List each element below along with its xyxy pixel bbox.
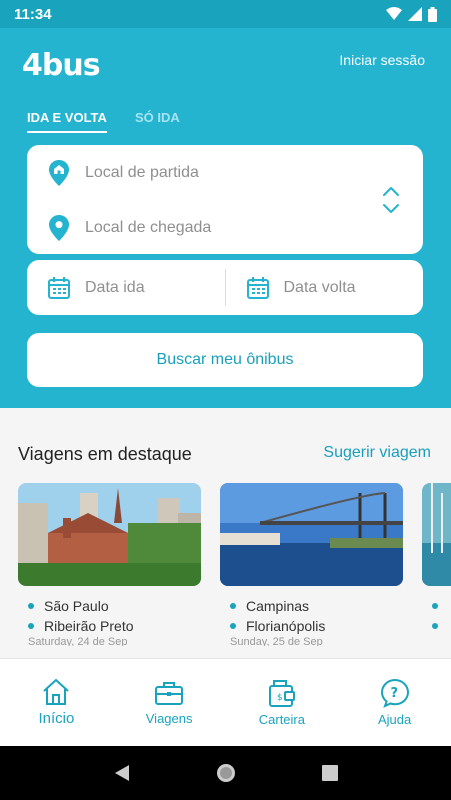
search-bus-button[interactable]: Buscar meu ônibus	[27, 333, 423, 387]
nav-home[interactable]: Início	[0, 659, 113, 746]
bullet-dot	[432, 603, 438, 609]
destination-field[interactable]: Local de chegada	[27, 208, 367, 248]
trip-origin: São Paulo	[18, 596, 201, 616]
trip-date: Saturday, 24 de Sep	[28, 636, 128, 646]
origin-placeholder: Local de partida	[85, 164, 199, 181]
featured-title: Viagens em destaque	[18, 444, 192, 464]
trip-card[interactable]: São Paulo Ribeirão Preto Saturday, 24 de…	[18, 483, 201, 646]
status-icons	[386, 6, 437, 22]
app-logo[interactable]: 4bus	[22, 48, 101, 83]
origin-field[interactable]: Local de partida	[27, 153, 367, 193]
signal-icon	[408, 7, 422, 21]
departure-date-placeholder: Data ida	[85, 278, 145, 296]
trip-image-partial	[422, 483, 451, 586]
trip-card[interactable]	[422, 483, 451, 636]
trip-origin-label: São Paulo	[44, 598, 109, 614]
nav-help-label: Ajuda	[378, 712, 412, 727]
bullet-dot	[230, 603, 236, 609]
trip-destination	[422, 616, 451, 636]
battery-icon	[428, 6, 437, 22]
bullet-dot	[28, 623, 34, 629]
status-bar: 11:34	[0, 0, 451, 28]
bullet-dot	[230, 623, 236, 629]
suggest-trip-link[interactable]: Sugerir viagem	[323, 444, 431, 462]
calendar-icon	[246, 276, 269, 299]
route-card: Local de partida Local de chegada	[27, 145, 423, 254]
tab-one-way[interactable]: SÓ IDA	[135, 110, 180, 133]
trip-destination-label: Ribeirão Preto	[44, 618, 134, 634]
departure-date-field[interactable]: Data ida	[27, 260, 225, 315]
briefcase-icon	[155, 682, 184, 705]
nav-wallet-label: Carteira	[258, 712, 305, 727]
return-date-placeholder: Data volta	[283, 278, 356, 296]
wifi-icon	[386, 7, 402, 20]
trip-type-tabs: IDA E VOLTA SÓ IDA	[27, 110, 180, 133]
bus-station-pin-icon	[49, 160, 69, 186]
trip-origin	[422, 596, 451, 616]
home-icon	[43, 679, 70, 705]
svg-text:?: ?	[390, 686, 398, 701]
recents-icon[interactable]	[322, 765, 339, 781]
date-card: Data ida Data volta	[27, 260, 423, 315]
svg-text:$: $	[277, 693, 283, 703]
trip-image-sao-paulo	[18, 483, 201, 586]
nav-trips[interactable]: Viagens	[113, 659, 226, 746]
return-date-field[interactable]: Data volta	[226, 260, 424, 315]
trip-destination: Florianópolis	[220, 616, 403, 636]
trip-destination-label: Florianópolis	[246, 618, 326, 634]
trip-origin: Campinas	[220, 596, 403, 616]
help-icon: ?	[380, 678, 409, 708]
bottom-navigation: Início Viagens $ Carteira ? Ajuda	[0, 658, 451, 746]
nav-home-label: Início	[38, 710, 75, 727]
nav-help[interactable]: ? Ajuda	[338, 659, 451, 746]
back-icon[interactable]	[113, 764, 131, 782]
calendar-icon	[48, 276, 70, 299]
trip-date: Sunday, 25 de Sep	[230, 636, 323, 646]
bullet-dot	[432, 623, 438, 629]
location-pin-icon	[49, 215, 69, 241]
trip-image-florianopolis	[220, 483, 403, 586]
system-navigation-bar	[0, 746, 451, 800]
wallet-icon: $	[268, 680, 295, 707]
status-time: 11:34	[14, 5, 52, 23]
tab-round-trip[interactable]: IDA E VOLTA	[27, 110, 107, 133]
trip-destination: Ribeirão Preto	[18, 616, 201, 636]
swap-direction-icon[interactable]	[381, 185, 401, 215]
trip-origin-label: Campinas	[246, 598, 310, 614]
bullet-dot	[28, 603, 34, 609]
destination-placeholder: Local de chegada	[85, 219, 212, 236]
nav-wallet[interactable]: $ Carteira	[226, 659, 339, 746]
nav-trips-label: Viagens	[145, 711, 193, 726]
search-hero: 4bus Iniciar sessão IDA E VOLTA SÓ IDA L…	[0, 28, 451, 408]
home-button-icon[interactable]	[216, 763, 236, 783]
trip-card[interactable]: Campinas Florianópolis Sunday, 25 de Sep	[220, 483, 403, 646]
login-link[interactable]: Iniciar sessão	[339, 52, 425, 68]
featured-trips-section: Viagens em destaque Sugerir viagem São P…	[0, 408, 451, 658]
